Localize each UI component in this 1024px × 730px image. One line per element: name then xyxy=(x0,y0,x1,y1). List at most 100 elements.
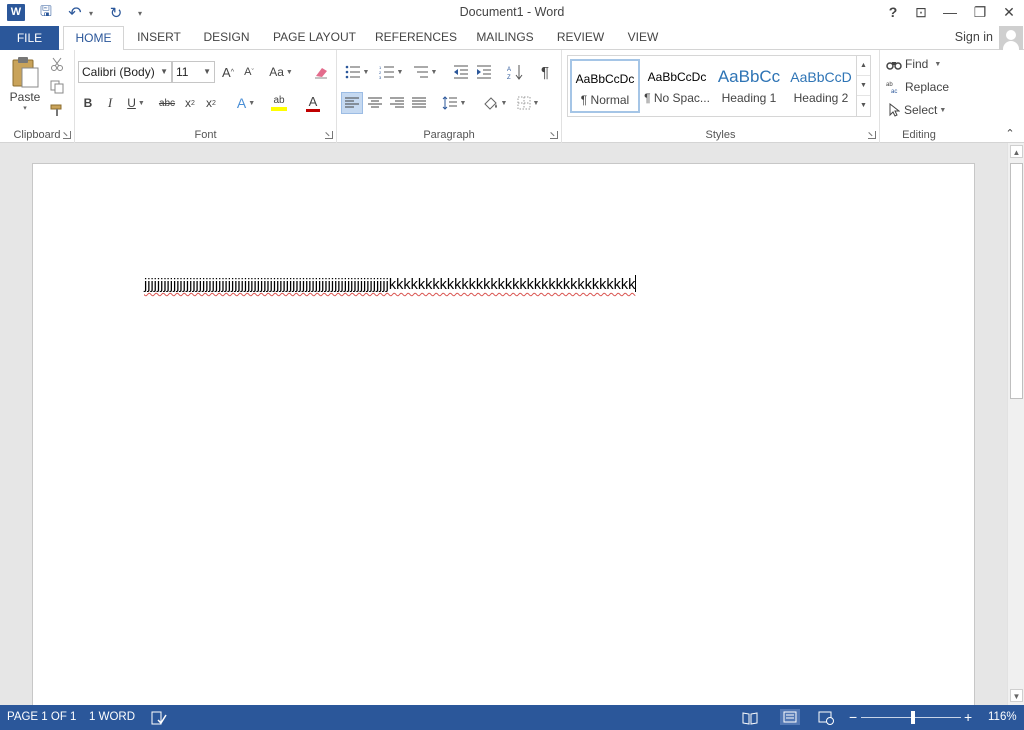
style-normal[interactable]: AaBbCcDc ¶ Normal xyxy=(570,59,640,113)
bullets-button[interactable]: ▼ xyxy=(342,61,372,83)
justify-icon[interactable] xyxy=(408,92,430,114)
ribbon-home: Paste ▾ Clipboard Calibri (Body) ▼ 11 ▼ A ^… xyxy=(0,50,1024,143)
align-right-icon[interactable] xyxy=(386,92,408,114)
style-no-spacing[interactable]: AaBbCcDc ¶ No Spac... xyxy=(642,59,712,113)
scroll-up-icon[interactable]: ▲ xyxy=(1010,145,1023,158)
font-color-icon: A xyxy=(308,93,318,109)
font-color-button[interactable]: A xyxy=(297,92,329,114)
help-button[interactable]: ? xyxy=(881,2,905,22)
ribbon-tabs: FILE HOME INSERT DESIGN PAGE LAYOUT REFE… xyxy=(0,26,1024,51)
copy-icon[interactable] xyxy=(47,77,67,97)
collapse-ribbon-icon[interactable]: ⌃ xyxy=(1002,125,1018,141)
ribbon-display-options-icon[interactable]: ⊡ xyxy=(909,2,933,22)
word-count[interactable]: 1 WORD xyxy=(89,705,135,730)
proofing-icon[interactable] xyxy=(151,710,167,725)
editing-group: Find ▼ ab ac Replace Select ▼ Editing xyxy=(880,50,958,143)
font-size-combo[interactable]: 11 ▼ xyxy=(172,61,215,83)
numbering-icon: 123 xyxy=(379,65,394,79)
document-page[interactable]: jjjjjjjjjjjjjjjjjjjjjjjjjjjjjjjjjjjjjjjj… xyxy=(32,163,975,705)
align-center-icon[interactable] xyxy=(364,92,386,114)
gallery-more-icon[interactable]: ▼ xyxy=(857,96,870,116)
vertical-scrollbar[interactable]: ▲ ▼ xyxy=(1007,143,1024,705)
tab-view[interactable]: VIEW xyxy=(622,26,664,50)
superscript-button[interactable]: x2 xyxy=(201,92,221,114)
numbering-button[interactable]: 1 2 3 ▼ xyxy=(376,61,406,83)
font-group-label: Font xyxy=(194,129,217,141)
read-mode-icon[interactable] xyxy=(742,710,758,725)
gallery-down-icon[interactable]: ▼ xyxy=(857,76,870,96)
font-size-value: 11 xyxy=(176,65,189,79)
strikethrough-button[interactable]: abc xyxy=(155,92,179,114)
find-button[interactable]: Find ▼ xyxy=(886,53,941,75)
sign-in-link[interactable]: Sign in xyxy=(955,26,993,49)
replace-icon: abac xyxy=(886,82,897,94)
text-effects-button[interactable]: A ▼ xyxy=(232,92,260,114)
scroll-thumb[interactable] xyxy=(1010,163,1023,399)
select-cursor-icon xyxy=(889,103,900,117)
zoom-in-button[interactable]: + xyxy=(964,705,972,730)
paste-button[interactable]: Paste ▾ xyxy=(6,54,44,114)
decrease-indent-icon[interactable] xyxy=(450,61,472,83)
italic-button[interactable]: I xyxy=(100,92,120,114)
tab-references[interactable]: REFERENCES xyxy=(375,26,457,50)
align-left-button[interactable] xyxy=(341,92,363,114)
font-color-bar xyxy=(306,108,320,112)
select-button[interactable]: Select ▼ xyxy=(888,99,946,121)
sort-icon[interactable]: AZ xyxy=(504,61,526,83)
font-name-combo[interactable]: Calibri (Body) ▼ xyxy=(78,61,172,83)
tab-page-layout[interactable]: PAGE LAYOUT xyxy=(268,26,361,50)
page-count[interactable]: PAGE 1 OF 1 xyxy=(7,705,76,730)
tab-mailings[interactable]: MAILINGS xyxy=(471,26,539,50)
svg-text:ac: ac xyxy=(891,89,897,94)
highlight-icon: ab xyxy=(273,95,285,106)
bold-button[interactable]: B xyxy=(78,92,98,114)
replace-button[interactable]: ab ac Replace xyxy=(886,76,949,98)
tab-file[interactable]: FILE xyxy=(0,26,59,50)
line-spacing-icon xyxy=(442,96,457,110)
cut-icon[interactable] xyxy=(47,54,67,74)
font-launcher-icon[interactable] xyxy=(325,131,333,139)
clear-formatting-icon[interactable] xyxy=(311,61,331,83)
restore-button[interactable]: ❐ xyxy=(968,2,992,22)
style-heading-1[interactable]: AaBbCc Heading 1 xyxy=(714,59,784,113)
increase-indent-icon[interactable] xyxy=(473,61,495,83)
status-bar: PAGE 1 OF 1 1 WORD − + 116% xyxy=(0,705,1024,730)
scroll-down-icon[interactable]: ▼ xyxy=(1010,689,1023,702)
show-formatting-marks-button[interactable]: ¶ xyxy=(535,61,555,83)
document-area: jjjjjjjjjjjjjjjjjjjjjjjjjjjjjjjjjjjjjjjj… xyxy=(0,143,1007,705)
shrink-font-button[interactable]: Aˇ xyxy=(239,61,259,83)
tab-design[interactable]: DESIGN xyxy=(199,26,254,50)
zoom-level[interactable]: 116% xyxy=(988,705,1017,730)
zoom-slider-thumb[interactable] xyxy=(911,711,915,724)
change-case-button[interactable]: Aa ▼ xyxy=(267,61,295,83)
format-painter-icon[interactable] xyxy=(47,100,67,120)
highlight-button[interactable]: ab xyxy=(263,92,295,114)
paste-dropdown-icon[interactable]: ▾ xyxy=(23,104,27,112)
shading-button[interactable]: ▼ xyxy=(480,92,510,114)
document-text[interactable]: jjjjjjjjjjjjjjjjjjjjjjjjjjjjjjjjjjjjjjjj… xyxy=(144,275,637,293)
close-button[interactable]: ✕ xyxy=(997,2,1021,22)
web-layout-icon[interactable] xyxy=(818,710,834,725)
font-name-value: Calibri (Body) xyxy=(82,65,155,79)
title-bar: W 🖫 ↶ ▾ ↻ ▾ Document1 - Word ? ⊡ — ❐ ✕ xyxy=(0,0,1024,26)
style-heading-2[interactable]: AaBbCcD Heading 2 xyxy=(786,59,856,113)
styles-launcher-icon[interactable] xyxy=(868,131,876,139)
minimize-button[interactable]: — xyxy=(938,2,962,22)
gallery-up-icon[interactable]: ▲ xyxy=(857,56,870,76)
subscript-button[interactable]: x2 xyxy=(180,92,200,114)
avatar[interactable] xyxy=(999,26,1023,50)
paragraph-launcher-icon[interactable] xyxy=(550,131,558,139)
clipboard-launcher-icon[interactable] xyxy=(63,131,71,139)
style-heading-2-name: Heading 2 xyxy=(793,91,849,105)
borders-button[interactable]: ▼ xyxy=(513,92,543,114)
zoom-out-button[interactable]: − xyxy=(849,705,857,730)
print-layout-icon[interactable] xyxy=(780,709,800,725)
line-spacing-button[interactable]: ▼ xyxy=(439,92,469,114)
style-no-spacing-sample: AaBbCcDc xyxy=(647,70,707,84)
multilevel-list-button[interactable]: ▼ xyxy=(410,61,440,83)
grow-font-button[interactable]: A ^ xyxy=(218,61,238,83)
tab-insert[interactable]: INSERT xyxy=(133,26,185,50)
tab-home[interactable]: HOME xyxy=(63,26,124,51)
underline-button[interactable]: U ▼ xyxy=(122,92,150,114)
tab-review[interactable]: REVIEW xyxy=(553,26,608,50)
